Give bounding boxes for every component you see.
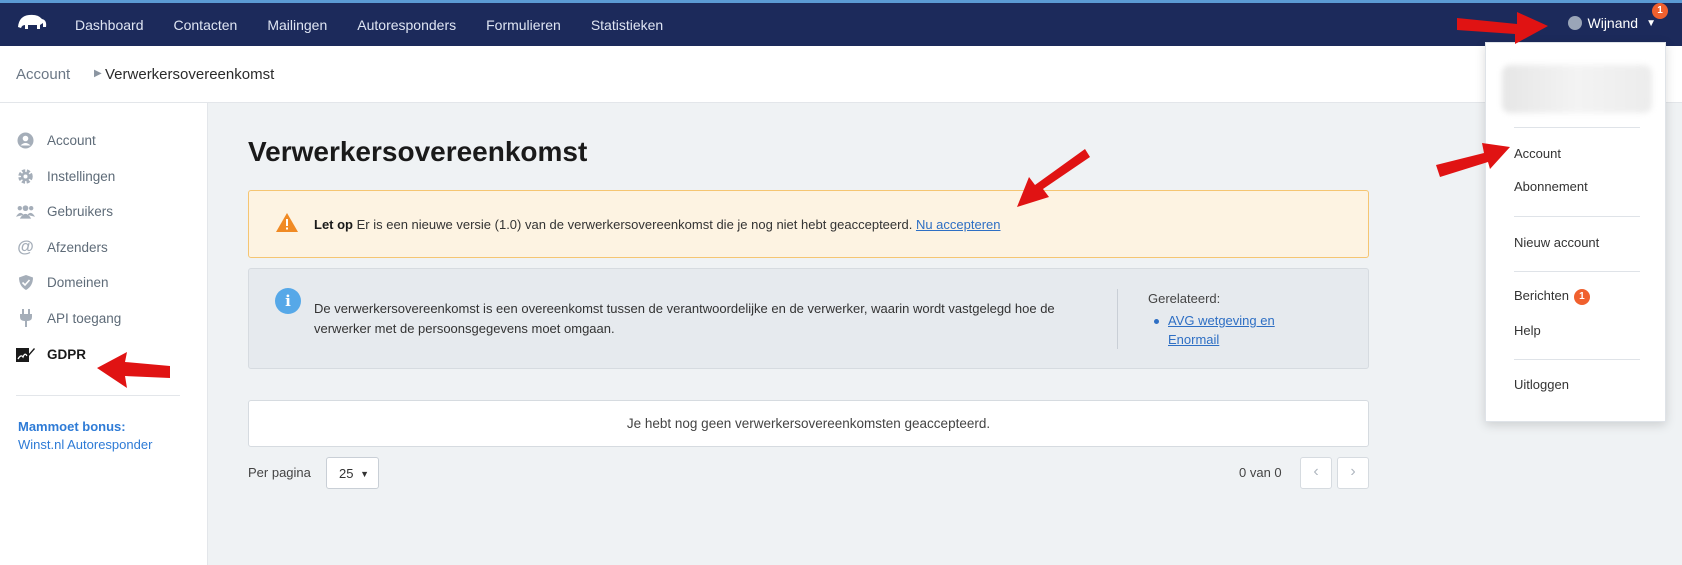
warning-message: Er is een nieuwe versie (1.0) van de ver… <box>356 217 913 232</box>
bonus-title: Mammoet bonus: <box>18 419 126 434</box>
signature-icon <box>16 345 35 364</box>
info-icon: i <box>275 288 301 314</box>
sidebar-divider <box>16 395 180 396</box>
annotation-arrow-icon <box>1017 149 1090 207</box>
menu-item-label: Berichten <box>1514 288 1569 303</box>
menu-item-account[interactable]: Account <box>1514 146 1561 161</box>
plug-icon <box>16 309 35 328</box>
empty-state: Je hebt nog geen verwerkersovereenkomste… <box>248 400 1369 447</box>
nav-statistieken[interactable]: Statistieken <box>591 17 663 33</box>
bullet-icon <box>1154 319 1159 324</box>
avatar <box>1567 16 1582 30</box>
sidebar-item-label: Gebruikers <box>47 203 114 219</box>
menu-item-nieuw-account[interactable]: Nieuw account <box>1514 235 1599 250</box>
warning-prefix: Let op <box>314 217 353 232</box>
notification-badge: 1 <box>1652 3 1668 19</box>
warning-alert: Let op Er is een nieuwe versie (1.0) van… <box>248 190 1369 258</box>
gear-icon <box>16 167 35 186</box>
sidebar-item-label: Domeinen <box>47 274 109 290</box>
user-dropdown-menu: Account Abonnement Nieuw account Bericht… <box>1485 42 1666 422</box>
next-page-button[interactable]: › <box>1337 457 1369 489</box>
info-box: i De verwerkersovereenkomst is een overe… <box>248 268 1369 369</box>
nav-contacten[interactable]: Contacten <box>174 17 238 33</box>
sidebar-item-account[interactable]: Account <box>16 129 96 151</box>
nav-mailingen[interactable]: Mailingen <box>267 17 327 33</box>
info-text: De verwerkersovereenkomst is een overeen… <box>314 301 1055 336</box>
sidebar-item-gebruikers[interactable]: Gebruikers <box>16 200 113 222</box>
user-name: Wijnand <box>1587 15 1639 31</box>
menu-divider <box>1514 359 1640 360</box>
menu-divider <box>1514 271 1640 272</box>
sidebar-item-afzenders[interactable]: @ Afzenders <box>16 236 108 258</box>
sidebar-item-gdpr[interactable]: GDPR <box>16 343 86 365</box>
top-navbar: Dashboard Contacten Mailingen Autorespon… <box>0 0 1682 46</box>
per-page-value: 25 <box>339 466 354 481</box>
related-label: Gerelateerd: <box>1148 291 1221 306</box>
menu-item-berichten[interactable]: Berichten 1 <box>1514 288 1590 305</box>
messages-badge: 1 <box>1573 289 1590 305</box>
warning-icon <box>275 212 299 238</box>
nav-dashboard[interactable]: Dashboard <box>75 17 144 33</box>
breadcrumb-account[interactable]: Account <box>16 66 70 83</box>
blurred-account-info <box>1502 65 1652 113</box>
bonus-link[interactable]: Winst.nl Autoresponder <box>18 437 152 452</box>
prev-page-button[interactable]: ‹ <box>1300 457 1332 489</box>
warning-text: Let op Er is een nieuwe versie (1.0) van… <box>314 217 1001 232</box>
page-title: Verwerkersovereenkomst <box>248 136 588 167</box>
menu-item-help[interactable]: Help <box>1514 323 1541 338</box>
sidebar-item-label: API toegang <box>47 310 122 326</box>
menu-item-uitloggen[interactable]: Uitloggen <box>1514 377 1569 392</box>
caret-down-icon: ▼ <box>360 469 369 479</box>
main-nav: Dashboard Contacten Mailingen Autorespon… <box>75 3 693 46</box>
related-list: AVG wetgeving en Enormail <box>1148 311 1328 349</box>
info-divider <box>1117 289 1118 349</box>
chevron-right-icon: ▶ <box>94 68 102 79</box>
sidebar-item-label: Afzenders <box>47 239 108 255</box>
sidebar-item-label: Account <box>47 132 96 148</box>
related-link[interactable]: AVG wetgeving en Enormail <box>1168 311 1328 349</box>
sidebar-item-label: GDPR <box>47 346 87 362</box>
menu-divider <box>1514 127 1640 128</box>
breadcrumb: Account ▶ Verwerkersovereenkomst <box>0 46 1682 103</box>
accept-now-link[interactable]: Nu accepteren <box>916 217 1001 232</box>
annotation-arrow-icon <box>1457 12 1548 44</box>
per-page-label: Per pagina <box>248 465 311 480</box>
user-menu-toggle[interactable]: Wijnand ▼ <box>1567 15 1656 31</box>
annotation-arrow-icon <box>97 352 170 388</box>
users-icon <box>16 202 35 221</box>
caret-down-icon: ▼ <box>1646 17 1656 29</box>
menu-divider <box>1514 216 1640 217</box>
sidebar-item-instellingen[interactable]: Instellingen <box>16 165 115 187</box>
annotation-arrow-icon <box>1436 143 1510 177</box>
user-circle-icon <box>16 131 35 150</box>
shield-icon <box>16 273 35 292</box>
per-page-select[interactable]: 25 ▼ <box>326 457 379 489</box>
breadcrumb-current: Verwerkersovereenkomst <box>105 66 275 83</box>
sidebar-item-label: Instellingen <box>47 168 116 184</box>
nav-formulieren[interactable]: Formulieren <box>486 17 561 33</box>
mammoth-logo-icon[interactable] <box>16 11 48 33</box>
sidebar-item-api-toegang[interactable]: API toegang <box>16 307 121 329</box>
nav-autoresponders[interactable]: Autoresponders <box>357 17 456 33</box>
sidebar-item-domeinen[interactable]: Domeinen <box>16 271 109 293</box>
sidebar: Account Instellingen Gebruikers @ Afzend… <box>0 103 208 565</box>
at-icon: @ <box>17 237 34 256</box>
result-count: 0 van 0 <box>1239 465 1282 480</box>
menu-item-abonnement[interactable]: Abonnement <box>1514 179 1588 194</box>
